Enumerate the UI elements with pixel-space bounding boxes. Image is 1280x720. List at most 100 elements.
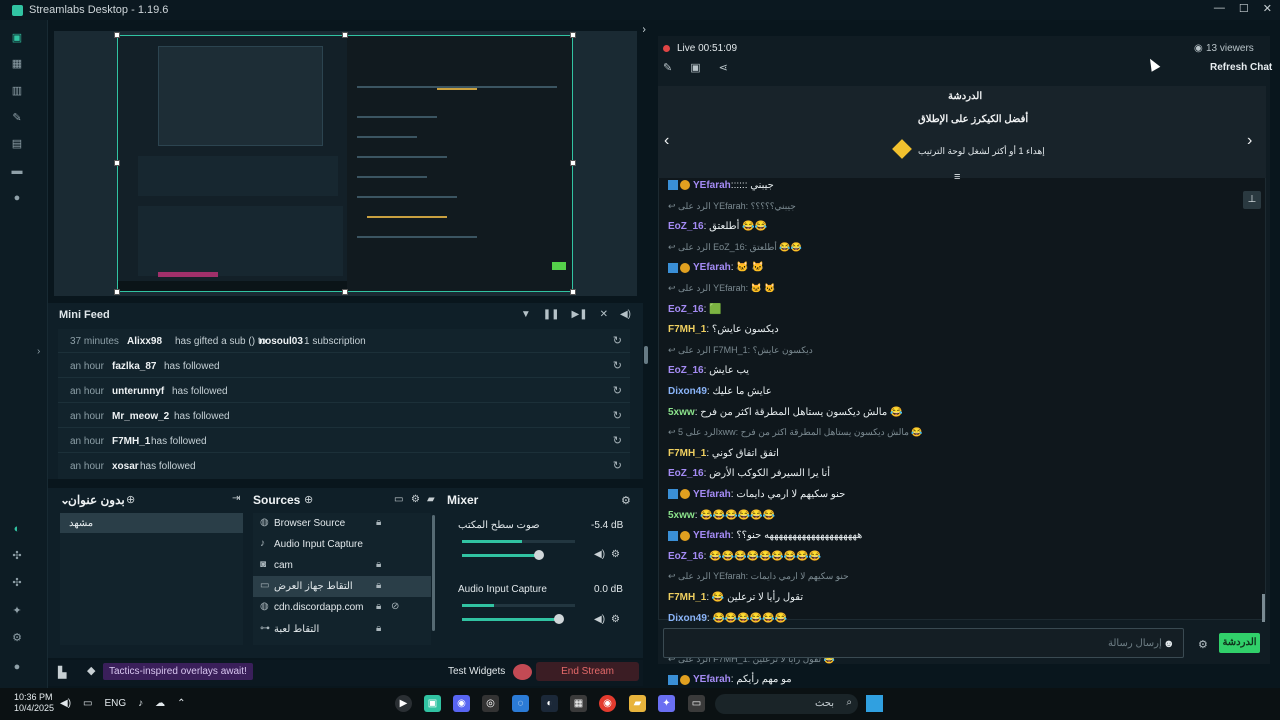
chat-username[interactable]: YEfarah: [693, 530, 731, 541]
display-tray-icon[interactable]: ▭: [83, 698, 92, 709]
volume-tray-icon[interactable]: ◀): [60, 698, 71, 709]
scene-transition-icon[interactable]: ⇥: [232, 493, 240, 504]
mixer-settings-icon[interactable]: ⚙: [621, 494, 631, 507]
studio-icon[interactable]: ▬: [11, 165, 23, 177]
layout-icon[interactable]: ▥: [11, 85, 23, 97]
chat-username[interactable]: YEfarah: [693, 674, 731, 685]
discord-icon[interactable]: ◉: [453, 695, 470, 712]
chat-username[interactable]: 5xww: [668, 407, 695, 418]
replay-icon[interactable]: ↻: [613, 384, 622, 397]
lock-icon[interactable]: 🔒︎: [376, 517, 381, 528]
source-group-icon[interactable]: ▭: [394, 494, 403, 505]
add-scene-icon[interactable]: ⊕: [126, 493, 135, 506]
chat-username[interactable]: EoZ_16: [668, 221, 704, 232]
profile-icon[interactable]: ●: [11, 661, 23, 673]
store-taskbar-icon[interactable]: ▦: [570, 695, 587, 712]
show-hidden-icons-icon[interactable]: ⌃: [177, 698, 185, 709]
streamlabs-taskbar-icon[interactable]: ▣: [424, 695, 441, 712]
resize-handle-t[interactable]: [342, 32, 348, 38]
close-button[interactable]: ✕: [1263, 2, 1272, 15]
volume-slider-knob[interactable]: [533, 550, 544, 560]
skip-icon[interactable]: ▶❚: [572, 309, 588, 320]
avatar[interactable]: [513, 664, 532, 680]
chat-username[interactable]: YEfarah: [693, 262, 731, 273]
volume-slider[interactable]: [462, 618, 560, 621]
language-indicator[interactable]: ENG: [104, 698, 126, 709]
channel-settings-icon[interactable]: ⚙: [611, 549, 620, 560]
taskbar-clock[interactable]: 10:36 PM 10/4/2025: [14, 692, 54, 714]
highlighter-icon[interactable]: ✣: [11, 550, 23, 562]
menu-lines-icon[interactable]: ≡: [954, 171, 960, 183]
replay-icon[interactable]: ↻: [613, 409, 622, 422]
resize-handle-l[interactable]: [114, 160, 120, 166]
lock-icon[interactable]: 🔒︎: [376, 559, 381, 570]
maximize-button[interactable]: ☐: [1239, 2, 1249, 15]
cloud-tray-icon[interactable]: ☁: [155, 698, 165, 709]
stats-icon[interactable]: ▙: [58, 666, 66, 679]
mic-tray-icon[interactable]: ♪: [138, 698, 143, 709]
refresh-chat-button[interactable]: Refresh Chat: [1210, 62, 1272, 73]
replay-icon[interactable]: ↻: [613, 334, 622, 347]
copilot-icon[interactable]: ✦: [658, 695, 675, 712]
add-source-icon[interactable]: ⊕: [304, 493, 313, 506]
resize-handle-b[interactable]: [342, 289, 348, 295]
lock-icon[interactable]: 🔒︎: [376, 580, 381, 591]
media-player-icon[interactable]: ▶: [395, 695, 412, 712]
previous-arrow-icon[interactable]: ‹: [664, 132, 669, 150]
chat-settings-icon[interactable]: ⚙: [1198, 638, 1208, 651]
task-view-icon[interactable]: ▭: [688, 695, 705, 712]
channel-settings-icon[interactable]: ⚙: [611, 614, 620, 625]
chat-send-button[interactable]: الدردشة: [1219, 633, 1260, 653]
chat-username[interactable]: EoZ_16: [668, 304, 704, 315]
sources-scrollbar[interactable]: [432, 515, 435, 631]
replay-icon[interactable]: ↻: [613, 434, 622, 447]
edit-stream-icon[interactable]: ✎: [663, 61, 672, 74]
replay-icon[interactable]: ↻: [613, 359, 622, 372]
source-item-display-capture[interactable]: ▭ التقاط جهاز العرض 🔒︎: [253, 576, 431, 597]
taskbar-search[interactable]: بحث ⌕: [715, 694, 858, 714]
chat-username[interactable]: F7MH_1: [668, 592, 706, 603]
scene-preview[interactable]: [117, 35, 573, 292]
promo-banner[interactable]: Tactics-inspired overlays await!: [103, 663, 253, 680]
chat-username[interactable]: YEfarah: [693, 180, 731, 191]
volume-icon[interactable]: ◀): [620, 309, 631, 320]
pin-icon[interactable]: ⊥: [1243, 191, 1261, 209]
resize-handle-tl[interactable]: [114, 32, 120, 38]
chat-username[interactable]: EoZ_16: [668, 551, 704, 562]
emoji-icon[interactable]: ☻: [1163, 638, 1175, 650]
ai-icon[interactable]: ✦: [11, 605, 23, 617]
resize-handle-br[interactable]: [570, 289, 576, 295]
filter-icon[interactable]: ▼: [521, 309, 531, 320]
resize-handle-bl[interactable]: [114, 289, 120, 295]
source-item-audio-input[interactable]: ♪ Audio Input Capture: [253, 534, 431, 555]
edge-icon[interactable]: ◌: [512, 695, 529, 712]
learn-icon[interactable]: ✣: [11, 577, 23, 589]
chat-username[interactable]: Dixon49: [668, 613, 707, 624]
mute-alerts-icon[interactable]: ✕: [600, 309, 608, 320]
chat-username[interactable]: F7MH_1: [668, 448, 706, 459]
themes-icon[interactable]: ✎: [11, 112, 23, 124]
file-explorer-icon[interactable]: ▰: [629, 695, 646, 712]
record-icon[interactable]: ●: [11, 192, 23, 204]
mini-feed-scrollbar[interactable]: [644, 346, 648, 364]
chat-input[interactable]: [663, 628, 1184, 658]
steam-icon[interactable]: ◐: [541, 695, 558, 712]
volume-slider[interactable]: [462, 554, 539, 557]
share-icon[interactable]: ⋖: [719, 61, 728, 74]
chat-username[interactable]: EoZ_16: [668, 365, 704, 376]
speaker-icon[interactable]: ◀): [594, 614, 605, 625]
test-widgets-button[interactable]: Test Widgets: [448, 666, 505, 677]
github-icon[interactable]: ◎: [482, 695, 499, 712]
settings-icon[interactable]: ⚙: [11, 632, 23, 644]
minimize-button[interactable]: —: [1214, 2, 1225, 15]
source-item-discord[interactable]: ◍ cdn.discordapp.com 🔒︎ ⊘: [253, 597, 431, 618]
chat-username[interactable]: EoZ_16: [668, 468, 704, 479]
chat-username[interactable]: F7MH_1: [668, 324, 706, 335]
next-arrow-icon[interactable]: ›: [1247, 132, 1252, 150]
chrome-icon[interactable]: ◉: [599, 695, 616, 712]
pause-icon[interactable]: ❚❚: [543, 309, 560, 320]
chat-username[interactable]: Dixon49: [668, 386, 707, 397]
source-folder-icon[interactable]: ▰: [427, 494, 435, 505]
speaker-icon[interactable]: ◀): [594, 549, 605, 560]
chat-username[interactable]: 5xww: [668, 510, 695, 521]
